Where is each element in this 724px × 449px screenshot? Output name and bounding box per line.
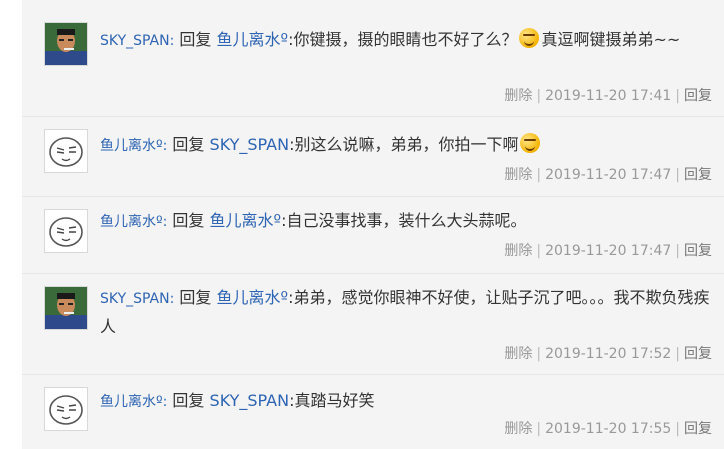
meta-separator: |	[675, 346, 680, 362]
sketch-face-avatar-icon	[45, 388, 87, 430]
reply-text: SKY_SPAN: 回复 鱼儿离水º:弟弟，感觉你眼神不好使，让贴子沉了吧。。。…	[100, 284, 712, 341]
meta-separator: |	[536, 167, 542, 183]
reply-item: 鱼儿离水º: 回复 SKY_SPAN:真踏马好笑 删除 | 2019-11-20 1…	[22, 375, 724, 449]
meta-separator: |	[675, 88, 680, 104]
reply-author-link[interactable]: 鱼儿离水º:	[100, 214, 167, 230]
reply-meta: 删除 | 2019-11-20 17:52 | 回复	[504, 344, 712, 364]
reply-target-link[interactable]: 鱼儿离水º	[210, 211, 282, 230]
reply-meta: 删除 | 2019-11-20 17:55 | 回复	[504, 419, 712, 439]
emoji-laugh-icon	[520, 133, 541, 153]
reply-button[interactable]: 回复	[684, 421, 712, 437]
reply-button[interactable]: 回复	[684, 167, 712, 183]
reply-word: 回复	[172, 391, 205, 410]
user-avatar[interactable]	[44, 387, 88, 431]
meta-separator: |	[536, 243, 542, 259]
meta-separator: |	[536, 88, 542, 104]
reply-content: :别这么说嘛，弟弟，你拍一下啊	[289, 135, 519, 154]
reply-content: :自己没事找事，装什么大头蒜呢。	[281, 211, 527, 230]
delete-button[interactable]: 删除	[504, 346, 532, 362]
reply-item: SKY_SPAN: 回复 鱼儿离水º:你键摄，摄的眼睛也不好了么？ 真逗啊键摄弟弟…	[22, 0, 724, 117]
reply-word: 回复	[172, 211, 205, 230]
reply-content: :你键摄，摄的眼睛也不好了么？	[288, 30, 518, 49]
reply-timestamp: 2019-11-20 17:47	[545, 243, 672, 259]
delete-button[interactable]: 删除	[504, 167, 532, 183]
reply-button[interactable]: 回复	[684, 88, 712, 104]
reply-button[interactable]: 回复	[684, 346, 712, 362]
reply-timestamp: 2019-11-20 17:55	[545, 421, 672, 437]
reply-text: 鱼儿离水º: 回复 SKY_SPAN:真踏马好笑	[100, 387, 712, 416]
reply-word: 回复	[172, 135, 205, 154]
user-avatar[interactable]	[44, 209, 88, 253]
reply-list: SKY_SPAN: 回复 鱼儿离水º:你键摄，摄的眼睛也不好了么？ 真逗啊键摄弟弟…	[22, 0, 724, 449]
reply-timestamp: 2019-11-20 17:41	[545, 88, 672, 104]
user-avatar[interactable]	[44, 129, 88, 173]
reply-button[interactable]: 回复	[684, 243, 712, 259]
reply-text: 鱼儿离水º: 回复 SKY_SPAN:别这么说嘛，弟弟，你拍一下啊	[100, 131, 712, 160]
reply-item: 鱼儿离水º: 回复 鱼儿离水º:自己没事找事，装什么大头蒜呢。 删除 | 2019-…	[22, 197, 724, 274]
reply-item: SKY_SPAN: 回复 鱼儿离水º:弟弟，感觉你眼神不好使，让贴子沉了吧。。。…	[22, 274, 724, 375]
photo-avatar-icon	[45, 287, 87, 329]
reply-text: 鱼儿离水º: 回复 鱼儿离水º:自己没事找事，装什么大头蒜呢。	[100, 207, 712, 236]
reply-text: SKY_SPAN: 回复 鱼儿离水º:你键摄，摄的眼睛也不好了么？ 真逗啊键摄弟弟…	[100, 26, 712, 55]
reply-word: 回复	[179, 30, 212, 49]
reply-author-link[interactable]: 鱼儿离水º:	[100, 138, 167, 154]
reply-meta: 删除 | 2019-11-20 17:41 | 回复	[504, 86, 712, 106]
meta-separator: |	[675, 421, 680, 437]
meta-separator: |	[675, 243, 680, 259]
meta-separator: |	[536, 346, 542, 362]
reply-content: :真踏马好笑	[289, 391, 375, 410]
delete-button[interactable]: 删除	[504, 243, 532, 259]
delete-button[interactable]: 删除	[504, 88, 532, 104]
reply-target-link[interactable]: SKY_SPAN	[210, 135, 290, 154]
meta-separator: |	[675, 167, 680, 183]
reply-item: 鱼儿离水º: 回复 SKY_SPAN:别这么说嘛，弟弟，你拍一下啊 删除 | 201…	[22, 117, 724, 197]
reply-target-link[interactable]: 鱼儿离水º	[217, 288, 289, 307]
reply-target-link[interactable]: 鱼儿离水º	[217, 30, 289, 49]
reply-author-link[interactable]: SKY_SPAN:	[100, 33, 174, 49]
meta-separator: |	[536, 421, 542, 437]
reply-content-tail: 真逗啊键摄弟弟~~	[541, 30, 681, 49]
emoji-smile-icon	[519, 28, 540, 48]
reply-timestamp: 2019-11-20 17:47	[545, 167, 672, 183]
user-avatar[interactable]	[44, 22, 88, 66]
reply-meta: 删除 | 2019-11-20 17:47 | 回复	[504, 165, 712, 185]
user-avatar[interactable]	[44, 286, 88, 330]
delete-button[interactable]: 删除	[504, 421, 532, 437]
reply-author-link[interactable]: 鱼儿离水º:	[100, 394, 167, 410]
sketch-face-avatar-icon	[45, 130, 87, 172]
reply-meta: 删除 | 2019-11-20 17:47 | 回复	[504, 241, 712, 261]
reply-word: 回复	[179, 288, 212, 307]
reply-target-link[interactable]: SKY_SPAN	[210, 391, 290, 410]
sketch-face-avatar-icon	[45, 210, 87, 252]
photo-avatar-icon	[45, 23, 87, 65]
reply-timestamp: 2019-11-20 17:52	[545, 346, 672, 362]
reply-author-link[interactable]: SKY_SPAN:	[100, 291, 174, 307]
